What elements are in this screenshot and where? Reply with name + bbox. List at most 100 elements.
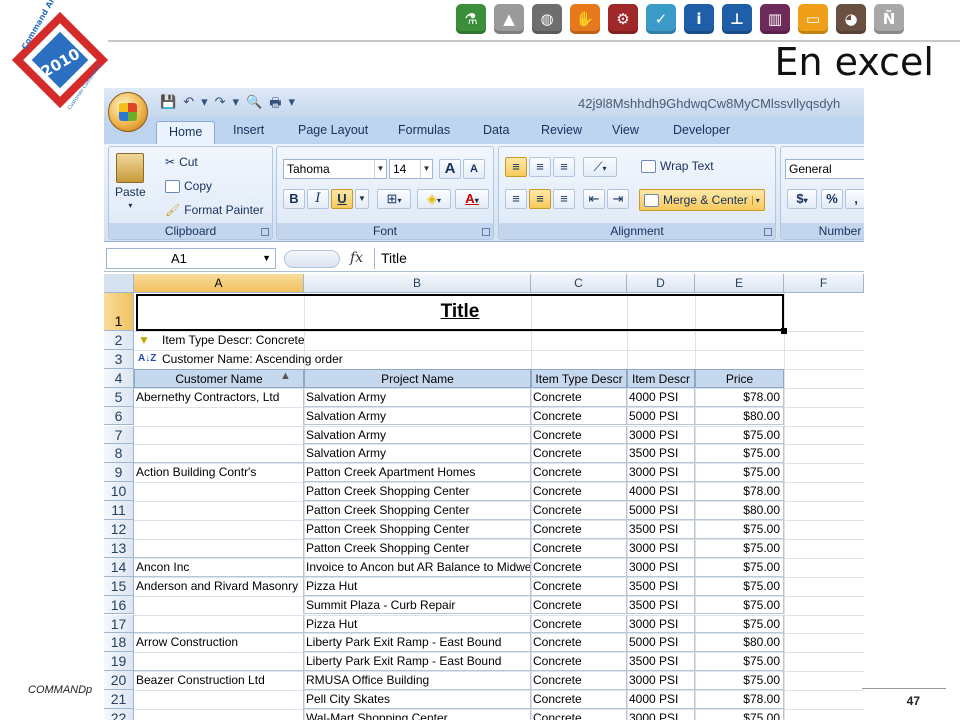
table-cell[interactable]: 3500 PSI: [627, 595, 695, 615]
column-header-f[interactable]: F: [784, 274, 864, 293]
table-cell[interactable]: 5000 PSI: [627, 633, 695, 653]
table-header-cell[interactable]: Item Descr: [627, 368, 695, 388]
table-cell[interactable]: [134, 690, 304, 709]
borders-button[interactable]: ⊞▾: [377, 189, 411, 209]
table-cell[interactable]: Pizza Hut: [304, 614, 531, 634]
row-header-8[interactable]: 8: [104, 444, 134, 464]
table-cell[interactable]: Abernethy Contractors, Ltd: [134, 387, 304, 407]
table-cell[interactable]: Wal-Mart Shopping Center: [304, 709, 531, 720]
grow-font-button[interactable]: A: [439, 159, 461, 179]
table-cell[interactable]: 3000 PSI: [627, 614, 695, 634]
copy-button[interactable]: Copy: [165, 179, 212, 193]
table-cell[interactable]: Concrete: [531, 520, 627, 539]
row-header-22[interactable]: 22: [104, 709, 134, 720]
table-cell[interactable]: Anderson and Rivard Masonry: [134, 576, 304, 596]
tab-page-layout[interactable]: Page Layout: [298, 123, 368, 137]
row-header-15[interactable]: 15: [104, 576, 134, 596]
table-cell[interactable]: $75.00: [695, 557, 784, 577]
table-cell[interactable]: $75.00: [695, 520, 784, 539]
table-cell[interactable]: Summit Plaza - Curb Repair: [304, 595, 531, 615]
formula-input[interactable]: Title: [374, 248, 864, 269]
table-cell[interactable]: Salvation Army: [304, 387, 531, 407]
top-align-button[interactable]: ≡: [505, 157, 527, 177]
redo-icon[interactable]: ↷: [215, 94, 226, 116]
middle-align-button[interactable]: ≡: [529, 157, 551, 177]
table-cell[interactable]: 3000 PSI: [627, 425, 695, 445]
undo-icon[interactable]: ↶: [183, 94, 194, 116]
column-header-d[interactable]: D: [627, 274, 695, 293]
table-cell[interactable]: Concrete: [531, 482, 627, 502]
fill-handle[interactable]: [781, 328, 787, 334]
format-painter-button[interactable]: 🖌 Format Painter: [165, 203, 264, 217]
row-header-12[interactable]: 12: [104, 520, 134, 539]
table-cell[interactable]: Concrete: [531, 614, 627, 634]
table-cell[interactable]: [134, 406, 304, 426]
save-icon[interactable]: 💾: [160, 94, 176, 116]
column-header-c[interactable]: C: [531, 274, 627, 293]
sort-criteria-text[interactable]: Customer Name: Ascending order: [160, 350, 345, 369]
table-cell[interactable]: $75.00: [695, 576, 784, 596]
row-header-9[interactable]: 9: [104, 463, 134, 483]
name-box[interactable]: A1 ▼: [106, 248, 276, 269]
font-color-button[interactable]: A▾: [455, 189, 489, 209]
select-all-corner[interactable]: [104, 274, 134, 293]
table-cell[interactable]: [134, 652, 304, 672]
number-format-box[interactable]: General: [785, 159, 864, 179]
table-cell[interactable]: $80.00: [695, 501, 784, 520]
font-name-dropdown-icon[interactable]: ▼: [374, 160, 386, 178]
table-cell[interactable]: Salvation Army: [304, 425, 531, 445]
column-header-e[interactable]: E: [695, 274, 784, 293]
insert-function-icon[interactable]: fx: [350, 250, 363, 266]
table-cell[interactable]: 3000 PSI: [627, 463, 695, 483]
align-center-button[interactable]: ≡: [529, 189, 551, 209]
table-cell[interactable]: 3000 PSI: [627, 557, 695, 577]
row-header-7[interactable]: 7: [104, 425, 134, 445]
table-cell[interactable]: Concrete: [531, 690, 627, 709]
table-cell[interactable]: Liberty Park Exit Ramp - East Bound: [304, 633, 531, 653]
row-header-17[interactable]: 17: [104, 614, 134, 634]
table-cell[interactable]: Salvation Army: [304, 406, 531, 426]
row-header-4[interactable]: 4: [104, 368, 134, 388]
tab-data[interactable]: Data: [483, 123, 509, 137]
table-cell[interactable]: $75.00: [695, 652, 784, 672]
table-cell[interactable]: 4000 PSI: [627, 690, 695, 709]
table-cell[interactable]: Liberty Park Exit Ramp - East Bound: [304, 652, 531, 672]
italic-button[interactable]: I: [307, 189, 329, 209]
increase-indent-button[interactable]: ⇥: [607, 189, 629, 209]
table-cell[interactable]: $75.00: [695, 614, 784, 634]
table-cell[interactable]: [134, 538, 304, 558]
row-header-16[interactable]: 16: [104, 595, 134, 615]
sheet-title-cell[interactable]: Title: [136, 294, 784, 331]
table-cell[interactable]: $78.00: [695, 690, 784, 709]
paste-button[interactable]: Paste ▾: [115, 153, 146, 210]
shrink-font-button[interactable]: A: [463, 159, 485, 179]
table-cell[interactable]: [134, 444, 304, 464]
table-cell[interactable]: $78.00: [695, 387, 784, 407]
row-header-13[interactable]: 13: [104, 538, 134, 558]
table-cell[interactable]: RMUSA Office Building: [304, 671, 531, 691]
table-cell[interactable]: Pizza Hut: [304, 576, 531, 596]
table-cell[interactable]: Concrete: [531, 595, 627, 615]
table-cell[interactable]: Pell City Skates: [304, 690, 531, 709]
row-header-14[interactable]: 14: [104, 557, 134, 577]
office-button[interactable]: [108, 92, 148, 132]
table-cell[interactable]: Concrete: [531, 671, 627, 691]
orientation-button[interactable]: ⟋▾: [583, 157, 617, 177]
tab-insert[interactable]: Insert: [233, 123, 264, 137]
comma-button[interactable]: ,: [845, 189, 864, 209]
currency-button[interactable]: $▾: [787, 189, 817, 209]
table-cell[interactable]: 3000 PSI: [627, 538, 695, 558]
cut-button[interactable]: ✂ Cut: [165, 155, 198, 169]
tab-home[interactable]: Home: [156, 121, 216, 144]
underline-dropdown-icon[interactable]: ▼: [355, 189, 369, 209]
table-cell[interactable]: 4000 PSI: [627, 387, 695, 407]
table-cell[interactable]: Concrete: [531, 406, 627, 426]
tab-review[interactable]: Review: [541, 123, 582, 137]
table-cell[interactable]: 3500 PSI: [627, 444, 695, 464]
column-header-a[interactable]: A: [134, 274, 304, 293]
table-cell[interactable]: $75.00: [695, 538, 784, 558]
row-header-2[interactable]: 2: [104, 331, 134, 350]
table-cell[interactable]: Ancon Inc: [134, 557, 304, 577]
table-cell[interactable]: Invoice to Ancon but AR Balance to Midwe: [304, 557, 531, 577]
undo-dropdown-icon[interactable]: ▾: [201, 94, 208, 116]
